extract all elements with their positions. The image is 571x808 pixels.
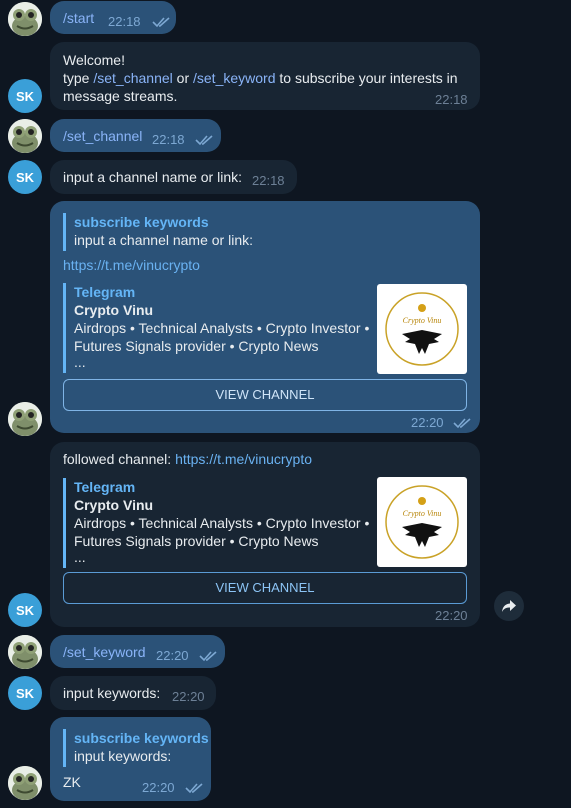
user-avatar[interactable] — [8, 2, 42, 36]
frog-avatar-icon — [8, 119, 42, 153]
command-link-set-channel[interactable]: /set_channel — [93, 70, 172, 86]
channel-link[interactable]: https://t.me/vinucrypto — [175, 451, 312, 467]
reply-quote-title: subscribe keywords — [74, 214, 209, 230]
view-channel-button[interactable]: VIEW CHANNEL — [63, 572, 467, 604]
user-avatar[interactable] — [8, 635, 42, 669]
crypto-vinu-logo-icon: Crypto Vinu — [385, 292, 459, 366]
message-time: 22:18 — [152, 132, 185, 147]
message-time: 22:20 — [156, 648, 189, 663]
message-bubble-channel-link[interactable]: subscribe keywords input a channel name … — [50, 201, 480, 433]
message-text: ZK — [63, 774, 81, 790]
read-ticks-icon — [195, 135, 213, 146]
text-fragment: type — [63, 70, 94, 86]
message-time: 22:20 — [435, 608, 468, 623]
link-preview[interactable]: Telegram Crypto Vinu Airdrops • Technica… — [63, 283, 370, 373]
message-line: type /set_channel or /set_keyword to sub… — [63, 69, 458, 87]
svg-text:Crypto Vinu: Crypto Vinu — [403, 509, 442, 518]
preview-title: Crypto Vinu — [74, 302, 154, 318]
command-link-set-keyword[interactable]: /set_keyword — [193, 70, 275, 86]
preview-ellipsis: ... — [74, 354, 86, 370]
reply-quote-text: input a channel name or link: — [74, 232, 253, 248]
reply-quote[interactable]: subscribe keywords input keywords: — [63, 729, 209, 767]
message-bubble-welcome: Welcome! type /set_channel or /set_keywo… — [50, 42, 480, 110]
message-line: Welcome! — [63, 52, 125, 68]
svg-text:Crypto Vinu: Crypto Vinu — [403, 316, 442, 325]
message-line: message streams. — [63, 88, 178, 104]
preview-site-name: Telegram — [74, 284, 136, 300]
user-avatar[interactable] — [8, 766, 42, 800]
message-time: 22:20 — [411, 415, 444, 430]
bot-avatar[interactable]: SK — [8, 79, 42, 113]
message-bubble-set-keyword[interactable]: /set_keyword 22:20 — [50, 635, 225, 668]
message-time: 22:20 — [172, 689, 205, 704]
read-ticks-icon — [199, 651, 217, 662]
message-bubble-zk[interactable]: subscribe keywords input keywords: ZK 22… — [50, 717, 211, 801]
user-avatar[interactable] — [8, 119, 42, 153]
message-text[interactable]: /set_keyword — [63, 643, 145, 661]
read-ticks-icon — [453, 418, 471, 429]
text-fragment: or — [172, 70, 193, 86]
read-ticks-icon — [152, 17, 170, 28]
message-bubble-input-keywords: input keywords: 22:20 — [50, 676, 216, 710]
crypto-vinu-logo-icon: Crypto Vinu — [385, 485, 459, 559]
channel-link[interactable]: https://t.me/vinucrypto — [63, 256, 200, 274]
user-avatar[interactable] — [8, 402, 42, 436]
bot-avatar[interactable]: SK — [8, 593, 42, 627]
bot-avatar[interactable]: SK — [8, 676, 42, 710]
reply-quote[interactable]: subscribe keywords input a channel name … — [63, 213, 253, 251]
text-fragment: followed channel: — [63, 451, 176, 467]
frog-avatar-icon — [8, 2, 42, 36]
forward-arrow-icon — [502, 600, 516, 612]
preview-site-name: Telegram — [74, 479, 136, 495]
preview-description: Futures Signals provider • Crypto News — [74, 338, 319, 354]
preview-description: Airdrops • Technical Analysts • Crypto I… — [74, 515, 370, 531]
message-text: followed channel: https://t.me/vinucrypt… — [63, 450, 312, 468]
message-bubble-start[interactable]: /start 22:18 — [50, 1, 176, 34]
message-text[interactable]: /set_channel — [63, 127, 142, 145]
reply-quote-title: subscribe keywords — [74, 730, 209, 746]
read-ticks-icon — [185, 783, 203, 794]
reply-quote-text: input keywords: — [74, 748, 172, 764]
message-time: 22:18 — [108, 14, 141, 29]
message-text: input a channel name or link: — [63, 169, 242, 185]
preview-ellipsis: ... — [74, 549, 86, 565]
frog-avatar-icon — [8, 402, 42, 436]
message-time: 22:20 — [142, 780, 175, 795]
frog-avatar-icon — [8, 766, 42, 800]
preview-description: Futures Signals provider • Crypto News — [74, 533, 319, 549]
forward-button[interactable] — [494, 591, 524, 621]
message-bubble-set-channel[interactable]: /set_channel 22:18 — [50, 119, 221, 152]
text-fragment: to subscribe your interests in — [275, 70, 458, 86]
message-time: 22:18 — [252, 173, 285, 188]
message-bubble-followed-channel: followed channel: https://t.me/vinucrypt… — [50, 442, 480, 627]
view-channel-button[interactable]: VIEW CHANNEL — [63, 379, 467, 411]
frog-avatar-icon — [8, 635, 42, 669]
bot-avatar[interactable]: SK — [8, 160, 42, 194]
message-time: 22:18 — [435, 92, 468, 107]
message-text[interactable]: /start — [63, 9, 94, 27]
preview-thumbnail[interactable]: Crypto Vinu — [377, 477, 467, 567]
preview-thumbnail[interactable]: Crypto Vinu — [377, 284, 467, 374]
message-text: input keywords: — [63, 685, 161, 701]
message-bubble-input-channel: input a channel name or link: 22:18 — [50, 160, 297, 194]
link-preview[interactable]: Telegram Crypto Vinu Airdrops • Technica… — [63, 478, 370, 568]
preview-description: Airdrops • Technical Analysts • Crypto I… — [74, 320, 370, 336]
preview-title: Crypto Vinu — [74, 497, 154, 513]
